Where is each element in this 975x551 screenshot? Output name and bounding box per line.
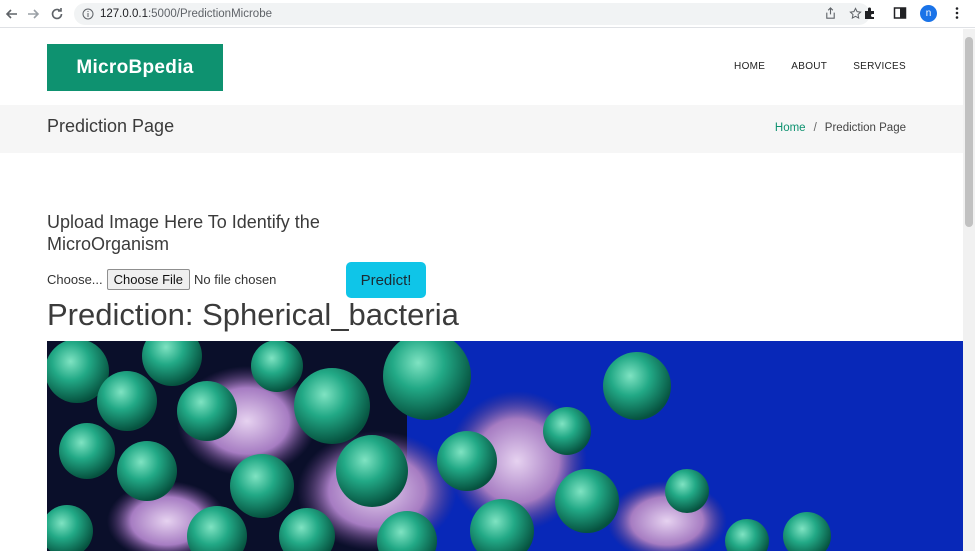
- page-content: MicroBpedia HOME ABOUT SERVICES Predicti…: [0, 29, 963, 551]
- share-icon[interactable]: [824, 7, 837, 20]
- nav-services[interactable]: SERVICES: [853, 61, 906, 72]
- predict-button[interactable]: Predict!: [346, 262, 426, 298]
- side-panel-icon[interactable]: [890, 3, 910, 23]
- breadcrumb-current: Prediction Page: [824, 122, 906, 134]
- upload-heading: Upload Image Here To Identify the MicroO…: [47, 212, 320, 254]
- extensions-icon[interactable]: [860, 3, 880, 23]
- page-title: Prediction Page: [47, 116, 175, 136]
- info-icon[interactable]: [82, 8, 94, 20]
- browser-toolbar: 127.0.0.1:5000/PredictionMicrobe n: [0, 0, 975, 28]
- nav-about[interactable]: ABOUT: [791, 61, 827, 72]
- forward-icon[interactable]: [21, 2, 45, 26]
- page-scrollbar[interactable]: [963, 29, 975, 551]
- reload-icon[interactable]: [45, 2, 69, 26]
- site-header: MicroBpedia HOME ABOUT SERVICES: [0, 29, 963, 105]
- file-label: Choose...: [47, 272, 103, 287]
- profile-avatar[interactable]: n: [920, 4, 937, 22]
- breadcrumb-separator: /: [813, 122, 817, 134]
- url-host: 127.0.0.1: [100, 8, 148, 20]
- choose-file-button[interactable]: Choose File: [106, 269, 191, 290]
- address-bar[interactable]: 127.0.0.1:5000/PredictionMicrobe: [74, 3, 870, 25]
- page-title-bar: Prediction Page Home / Prediction Page: [0, 105, 963, 153]
- breadcrumb: Home / Prediction Page: [775, 122, 906, 134]
- bacteria-micrograph: [47, 341, 963, 551]
- microbe-image: [47, 341, 963, 551]
- scrollbar-thumb[interactable]: [965, 37, 973, 227]
- main-nav: HOME ABOUT SERVICES: [734, 61, 906, 72]
- file-upload-row: Choose... Choose File No file chosen: [47, 269, 276, 290]
- url-path: :5000/PredictionMicrobe: [147, 8, 272, 20]
- menu-kebab-icon[interactable]: [947, 3, 967, 23]
- site-logo[interactable]: MicroBpedia: [47, 44, 223, 91]
- file-status: No file chosen: [194, 272, 277, 287]
- prediction-result: Prediction: Spherical_bacteria: [47, 297, 459, 332]
- breadcrumb-home[interactable]: Home: [775, 122, 806, 134]
- nav-home[interactable]: HOME: [734, 61, 765, 72]
